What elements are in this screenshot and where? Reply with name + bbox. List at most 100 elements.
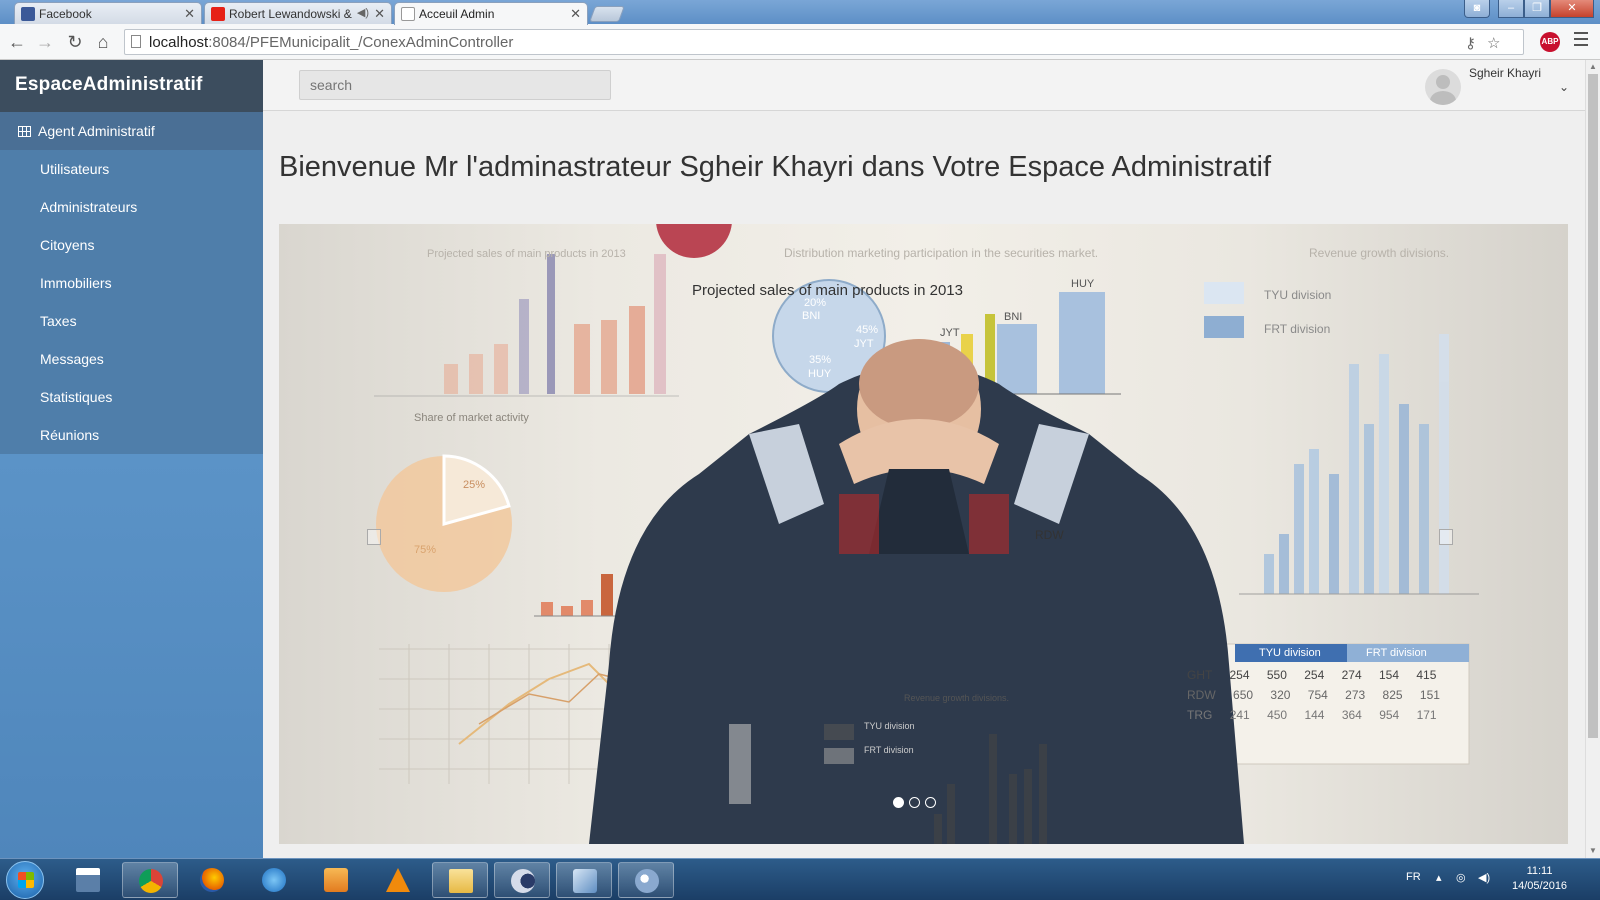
section-label: Agent Administratif — [38, 123, 155, 139]
sidebar: EspaceAdministratif Agent Administratif … — [0, 60, 263, 858]
bar-label: HUY — [1071, 278, 1095, 290]
bar-label: BNI — [1004, 311, 1023, 323]
close-icon[interactable]: ✕ — [184, 6, 195, 22]
user-icon[interactable]: ◙ — [1464, 0, 1490, 18]
table-row: TRG 241 450 144 364 954 171 — [1187, 708, 1437, 722]
system-clock[interactable]: 11:11 14/05/2016 — [1512, 864, 1567, 894]
carousel-next-button[interactable] — [1439, 529, 1453, 545]
sidebar-item-reunions[interactable]: Réunions — [0, 416, 263, 454]
search-input[interactable] — [299, 70, 611, 100]
sidebar-item-citoyens[interactable]: Citoyens — [0, 226, 263, 264]
table-row: GHT 254 550 254 274 154 415 — [1187, 668, 1437, 682]
carousel-prev-button[interactable] — [367, 529, 381, 545]
chart-label: RDW — [1035, 528, 1064, 542]
speaker-icon[interactable]: ◀) — [357, 6, 369, 19]
maximize-button[interactable]: ❐ — [1524, 0, 1550, 18]
taskbar-app-eclipse[interactable] — [494, 862, 550, 898]
back-icon[interactable]: ← — [6, 32, 28, 53]
taskbar-app-vlc[interactable] — [370, 862, 426, 898]
taskbar-app-explorer-window[interactable] — [60, 862, 116, 898]
sidebar-item-messages[interactable]: Messages — [0, 340, 263, 378]
cube-icon — [573, 869, 597, 893]
media-player-icon — [324, 868, 348, 892]
taskbar-app-paint[interactable] — [618, 862, 674, 898]
palette-icon — [635, 869, 659, 893]
chrome-icon — [139, 869, 163, 893]
tab-facebook[interactable]: Facebook ✕ — [14, 2, 202, 24]
table-row: RDW 650 320 754 273 825 151 — [1187, 688, 1440, 702]
page-scrollbar[interactable]: ▲ ▼ — [1585, 60, 1600, 858]
windows-taskbar: FR ▴ ◎ ◀) 11:11 14/05/2016 — [0, 858, 1600, 900]
language-indicator[interactable]: FR — [1406, 871, 1421, 883]
pie-label: HUY — [808, 368, 832, 380]
volume-icon[interactable]: ◀) — [1478, 871, 1490, 884]
sidebar-section-agent[interactable]: Agent Administratif — [0, 112, 263, 150]
chart-caption: Projected sales of main products in 2013 — [427, 248, 626, 260]
url-host: localhost — [149, 34, 209, 51]
legend-label: TYU division — [864, 721, 915, 731]
star-icon[interactable]: ☆ — [1487, 34, 1500, 52]
reload-icon[interactable]: ↻ — [64, 32, 86, 53]
taskbar-app-virtualbox[interactable] — [556, 862, 612, 898]
key-icon[interactable]: ⚷ — [1465, 34, 1476, 52]
menu-icon[interactable] — [1574, 32, 1588, 50]
new-tab-button[interactable] — [589, 6, 625, 22]
carousel-dot-2[interactable] — [909, 797, 920, 808]
taskbar-app-chrome[interactable] — [122, 862, 178, 898]
sidebar-menu: Utilisateurs Administrateurs Citoyens Im… — [0, 150, 263, 454]
user-name[interactable]: Sgheir Khayri — [1469, 66, 1541, 80]
forward-icon[interactable]: → — [34, 32, 56, 53]
chart-caption: Revenue growth divisions. — [1309, 246, 1450, 260]
clock-date: 14/05/2016 — [1512, 880, 1568, 892]
chart-caption: Share of market activity — [414, 412, 529, 424]
adblock-icon[interactable]: ABP — [1540, 32, 1560, 52]
internet-explorer-icon — [262, 868, 286, 892]
window-icon — [76, 868, 100, 892]
windows-icon — [18, 872, 34, 888]
page-icon — [401, 7, 415, 21]
taskbar-app-media[interactable] — [308, 862, 364, 898]
pie-label: 45% — [856, 324, 879, 336]
page-title: Bienvenue Mr l'adminastrateur Sgheir Kha… — [279, 151, 1272, 183]
tab-acceuil-admin[interactable]: Acceuil Admin ✕ — [394, 2, 588, 25]
scroll-down-icon[interactable]: ▼ — [1589, 846, 1597, 855]
taskbar-app-ie[interactable] — [246, 862, 302, 898]
brand-title[interactable]: EspaceAdministratif — [0, 60, 263, 112]
tray-expand-icon[interactable]: ▴ — [1436, 871, 1442, 884]
minimize-button[interactable]: – — [1498, 0, 1524, 18]
sidebar-item-administrateurs[interactable]: Administrateurs — [0, 188, 263, 226]
avatar[interactable] — [1425, 69, 1461, 105]
taskbar-app-files[interactable] — [432, 862, 488, 898]
sidebar-item-immobiliers[interactable]: Immobiliers — [0, 264, 263, 302]
sidebar-item-taxes[interactable]: Taxes — [0, 302, 263, 340]
sidebar-item-utilisateurs[interactable]: Utilisateurs — [0, 150, 263, 188]
main-content: Sgheir Khayri ⌄ Bienvenue Mr l'adminastr… — [263, 60, 1585, 858]
pie-label: 35% — [809, 354, 832, 366]
page-icon — [131, 35, 141, 48]
legend-label: TYU division — [1264, 288, 1332, 302]
carousel-dot-1[interactable] — [893, 797, 904, 808]
table-header: TYU division — [1259, 647, 1321, 659]
scroll-up-icon[interactable]: ▲ — [1589, 62, 1597, 71]
address-bar[interactable]: localhost:8084/PFEMunicipalit_/ConexAdmi… — [124, 29, 1524, 55]
top-navbar: Sgheir Khayri ⌄ — [263, 60, 1585, 111]
sidebar-item-statistiques[interactable]: Statistiques — [0, 378, 263, 416]
legend-label: FRT division — [1264, 322, 1331, 336]
firefox-icon — [200, 868, 224, 892]
tab-youtube[interactable]: Robert Lewandowski & ◀) ✕ — [204, 2, 392, 24]
start-button[interactable] — [6, 861, 44, 899]
taskbar-app-firefox[interactable] — [184, 862, 240, 898]
network-icon[interactable]: ◎ — [1456, 871, 1466, 884]
close-icon[interactable]: ✕ — [374, 6, 385, 22]
carousel-dot-3[interactable] — [925, 797, 936, 808]
youtube-icon — [211, 7, 225, 21]
chevron-down-icon[interactable]: ⌄ — [1559, 80, 1569, 94]
carousel-slide-image — [374, 224, 1479, 844]
window-controls: ◙ – ❐ ✕ — [1464, 0, 1594, 20]
close-window-button[interactable]: ✕ — [1550, 0, 1594, 18]
home-icon[interactable]: ⌂ — [92, 32, 114, 53]
eclipse-icon — [511, 869, 535, 893]
close-icon[interactable]: ✕ — [570, 6, 581, 22]
pie-label: BNI — [802, 310, 821, 322]
scroll-thumb[interactable] — [1588, 74, 1598, 738]
